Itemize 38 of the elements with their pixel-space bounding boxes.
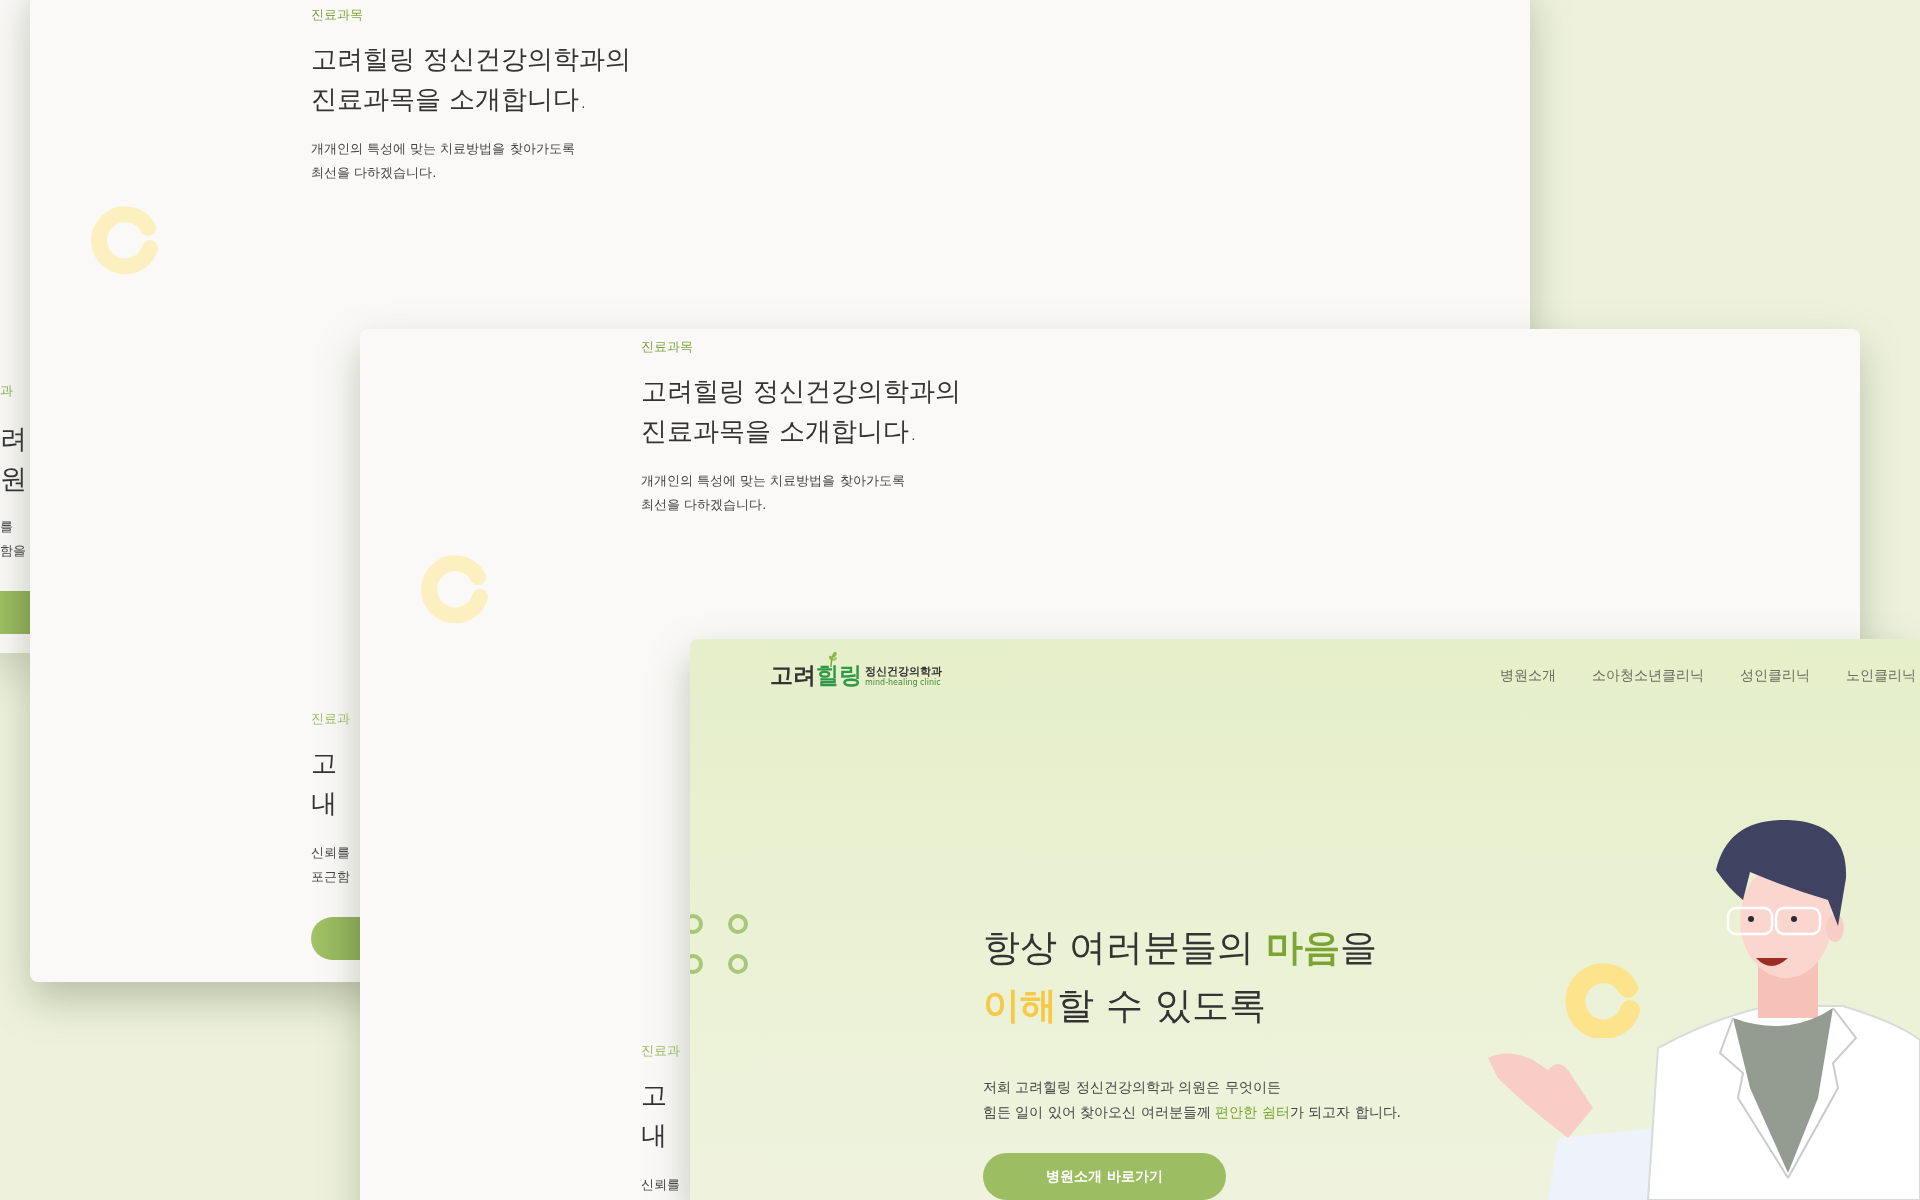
section-label: 과 <box>0 383 14 399</box>
logo-subtitle: 정신건강의학과 <box>865 665 942 678</box>
section-label: 진료과 <box>311 711 351 727</box>
section-title: 진료과목을 소개합니다. <box>641 415 919 448</box>
section-text: 를 <box>0 518 14 536</box>
hero-title: 항상 여러분들의 마음을 <box>983 925 1377 971</box>
logo-text[interactable]: 고려힐링 <box>770 662 862 688</box>
section-title: 진료과목을 소개합니다. <box>311 83 589 116</box>
section-title: 고 <box>311 747 338 780</box>
section-title: 려 <box>0 422 28 456</box>
section-title: 원 <box>0 462 28 496</box>
section-text: 최선을 다하겠습니다. <box>311 164 438 182</box>
section-title: 고 <box>641 1079 668 1112</box>
pill-button[interactable] <box>311 917 360 960</box>
section-text: 최선을 다하겠습니다. <box>641 496 768 514</box>
section-text: 신뢰를 <box>311 844 351 862</box>
logo-tagline: mind-healing clinic <box>865 678 942 687</box>
section-title: 내 <box>641 1119 668 1152</box>
section-title: 고려힐링 정신건강의학과의 <box>311 43 633 76</box>
section-label: 진료과목 <box>641 339 694 355</box>
section-label: 진료과 <box>641 1043 681 1059</box>
hero-title: 이해할 수 있도록 <box>983 983 1267 1029</box>
section-title: 고려힐링 정신건강의학과의 <box>641 375 963 408</box>
hero-text: 저희 고려힐링 정신건강의학과 의원은 무엇이든 <box>983 1078 1282 1097</box>
nav-link[interactable]: 소아청소년클리닉 <box>1592 667 1704 685</box>
logo-name[interactable]: 고려힐링 <box>770 651 862 689</box>
nav-link[interactable]: 병원소개 <box>1500 667 1556 685</box>
nav-link[interactable]: 성인클리닉 <box>1740 667 1810 685</box>
section-text: 포근함 <box>311 868 351 886</box>
section-text: 신뢰를 <box>641 1176 681 1194</box>
section-label: 진료과목 <box>311 7 364 23</box>
section-text: 함을 <box>0 542 27 560</box>
section-title: 내 <box>311 787 338 820</box>
section-text: 개개인의 특성에 맞는 치료방법을 찾아가도록 <box>311 140 576 158</box>
hero-text: 힘든 일이 있어 찾아오신 여러분들께 편안한 쉼터가 되고자 합니다. <box>983 1103 1402 1122</box>
circle-pattern-icon <box>690 912 750 976</box>
nav-link[interactable]: 노인클리닉 <box>1846 667 1916 685</box>
section-text: 개개인의 특성에 맞는 치료방법을 찾아가도록 <box>641 472 906 490</box>
